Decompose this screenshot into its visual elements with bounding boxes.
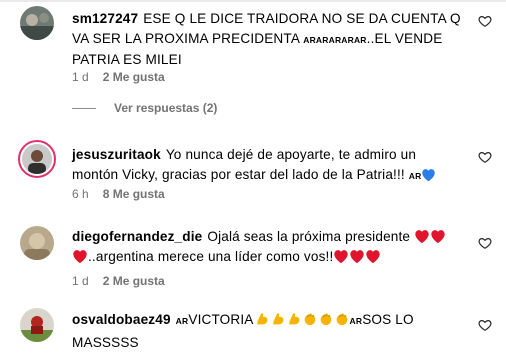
comment-text: osvaldobaez49 ARVICTORIA ARSOS LO MASSSSS [72,310,464,353]
blue-heart-icon [422,169,436,182]
country-tag: ARARARARAR [303,35,367,45]
country-tag: AR [349,316,363,326]
comment-time: 6 h [72,187,89,201]
comment-body: VICTORIA [188,312,254,327]
avatar-image [20,226,54,260]
like-heart-icon[interactable] [478,318,492,332]
avatar-image [20,6,54,40]
comment-text: jesuszuritaok Yo nunca dejé de apoyarte, … [72,145,464,186]
comment-text: diegofernandez_die Ojalá seas la próxima … [72,227,464,267]
top-divider [0,0,506,2]
red-heart-icon [415,230,429,244]
avatar-image [22,144,52,174]
like-heart-icon[interactable] [478,150,492,164]
comment-username[interactable]: jesuszuritaok [72,147,161,162]
avatar[interactable] [18,140,56,178]
comment-text: sm127247 ESE Q LE DICE TRAIDORA NO SE DA … [72,9,464,70]
replies-line [72,107,96,109]
clapping-hands-icon [304,313,315,325]
red-heart-icon [350,250,365,264]
comment-likes[interactable]: 8 Me gusta [103,187,165,201]
comment-username[interactable]: sm127247 [72,11,138,26]
clapping-hands-icon [336,313,347,325]
emoji-row [254,311,350,333]
flexed-biceps-icon [256,313,267,325]
avatar[interactable] [20,226,54,260]
red-heart-icon [366,250,381,264]
avatar-image [20,308,54,342]
comment-likes[interactable]: 2 Me gusta [103,274,165,288]
clapping-hands-icon [320,313,331,325]
country-tag: AR [175,316,189,326]
like-heart-icon[interactable] [478,236,492,250]
avatar[interactable] [20,6,54,40]
comment-body: Ojalá seas la próxima presidente [207,229,411,244]
red-heart-icon [73,250,87,264]
comment-likes[interactable]: 2 Me gusta [103,70,165,84]
comment-username[interactable]: osvaldobaez49 [72,312,171,327]
red-heart-icon [334,250,349,264]
view-replies-label: Ver respuestas (2) [114,101,218,115]
comments-panel: sm127247 ESE Q LE DICE TRAIDORA NO SE DA … [0,0,506,359]
flexed-biceps-icon [288,313,299,325]
like-heart-icon[interactable] [478,14,492,28]
avatar[interactable] [20,308,54,342]
country-tag: AR [408,171,422,181]
comment-username[interactable]: diegofernandez_die [72,229,202,244]
comment-time: 1 d [72,274,89,288]
flexed-biceps-icon [272,313,283,325]
view-replies-link[interactable]: Ver respuestas (2) [72,101,217,115]
comment-meta: 1 d 2 Me gusta [72,274,165,288]
red-heart-icon [431,230,445,244]
comment-meta: 1 d 2 Me gusta [72,70,165,84]
comment-body-continued: ..argentina merece una líder como vos!! [88,249,334,264]
comment-meta: 6 h 8 Me gusta [72,187,165,201]
comment-time: 1 d [72,70,89,84]
